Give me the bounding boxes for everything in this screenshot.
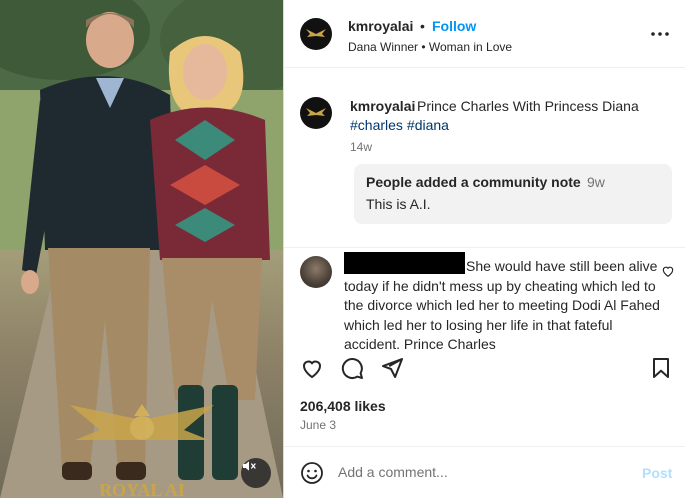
more-horizontal-icon bbox=[651, 32, 669, 36]
royal-wings-logo-icon bbox=[306, 29, 326, 37]
comment-button[interactable] bbox=[339, 355, 365, 381]
caption-hashtags: #charles #diana bbox=[350, 117, 453, 133]
watermark-text: ROYAL AI bbox=[99, 480, 185, 498]
author-username[interactable]: kmroyalai bbox=[348, 18, 413, 34]
community-note[interactable]: People added a community note 9w This is… bbox=[354, 164, 672, 224]
community-note-body: This is A.I. bbox=[366, 196, 431, 212]
post-details-panel: kmroyalai • Follow Dana Winner • Woman i… bbox=[284, 0, 685, 498]
send-icon bbox=[382, 358, 403, 378]
commenter-avatar[interactable] bbox=[300, 256, 332, 288]
comment-bubble-icon bbox=[341, 358, 363, 379]
action-bar bbox=[284, 355, 685, 383]
share-button[interactable] bbox=[379, 355, 405, 381]
likes-count[interactable]: 206,408 likes bbox=[300, 398, 386, 414]
caption-username[interactable]: kmroyalai bbox=[350, 98, 415, 114]
comments-divider bbox=[284, 247, 685, 248]
hashtag-link[interactable]: #diana bbox=[407, 117, 449, 133]
author-avatar[interactable] bbox=[300, 18, 332, 50]
caption-avatar[interactable] bbox=[300, 97, 332, 129]
hashtag-link[interactable]: #charles bbox=[350, 117, 403, 133]
comment-text: She would have still been alive today if… bbox=[344, 258, 660, 352]
caption-text: Prince Charles With Princess Diana bbox=[417, 98, 639, 114]
community-note-title: People added a community note bbox=[366, 174, 581, 190]
save-button[interactable] bbox=[648, 355, 674, 381]
follow-button[interactable]: Follow bbox=[432, 18, 476, 34]
add-comment-bar: Post bbox=[284, 446, 685, 498]
community-note-time: 9w bbox=[587, 174, 605, 190]
media-illustration: ROYAL AI bbox=[0, 0, 283, 498]
post-comment-button[interactable]: Post bbox=[642, 465, 672, 481]
mute-toggle-button[interactable] bbox=[241, 458, 271, 488]
heart-icon bbox=[302, 360, 322, 379]
caption-timestamp: 14w bbox=[350, 140, 373, 154]
audio-track[interactable]: Dana Winner • Woman in Love bbox=[348, 40, 512, 54]
royal-wings-logo-icon bbox=[306, 108, 326, 116]
post-date: June 3 bbox=[300, 418, 337, 432]
post-header: kmroyalai • Follow Dana Winner • Woman i… bbox=[284, 0, 685, 68]
add-comment-input[interactable] bbox=[338, 460, 628, 484]
like-button[interactable] bbox=[299, 355, 325, 381]
bookmark-icon bbox=[653, 358, 669, 378]
emoji-icon[interactable] bbox=[300, 461, 324, 485]
post-media[interactable]: ROYAL AI bbox=[0, 0, 283, 498]
more-options-button[interactable] bbox=[650, 24, 670, 44]
like-comment-heart-icon[interactable] bbox=[661, 264, 675, 278]
speaker-muted-icon bbox=[243, 461, 256, 471]
header-separator: • bbox=[420, 18, 425, 34]
